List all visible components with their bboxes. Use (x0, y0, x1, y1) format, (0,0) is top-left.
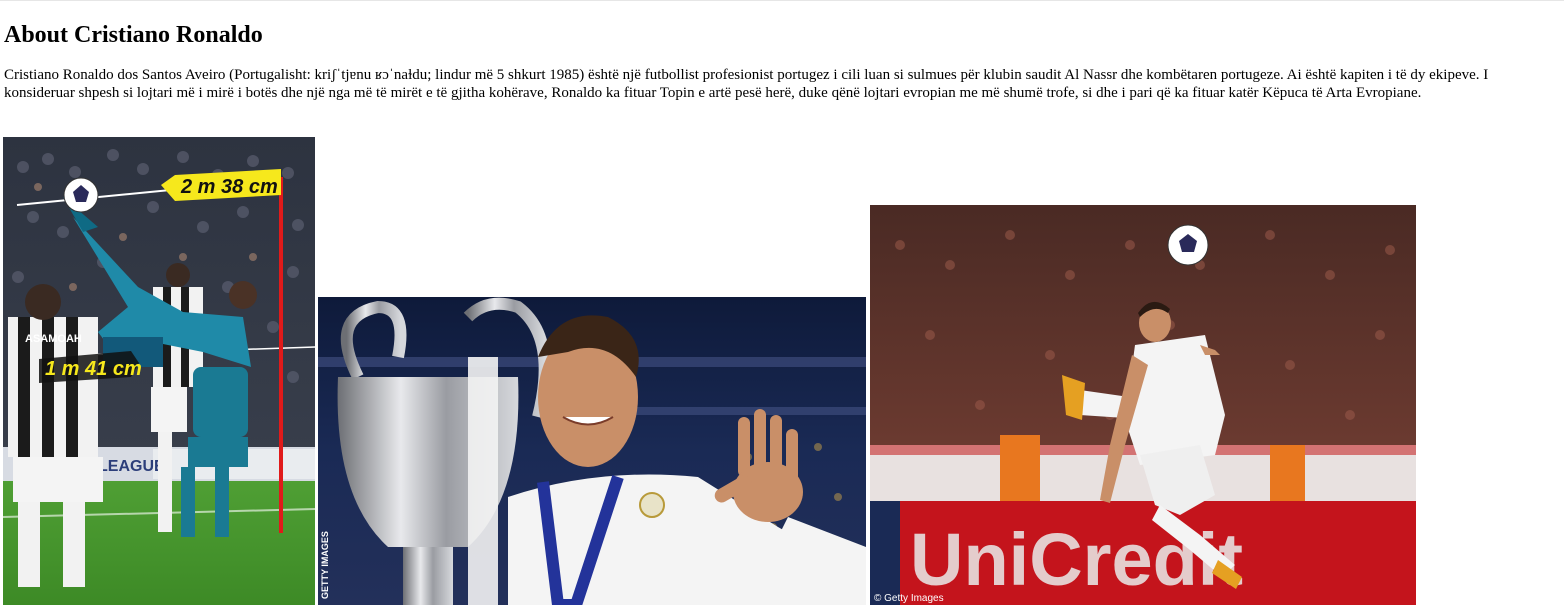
top-divider (0, 0, 1564, 1)
shirt-name: ASAMOAH (25, 333, 82, 345)
volley-photo: UniCredit © Getty Images (870, 205, 1416, 605)
bicycle-kick-image: LEAGUE ASAMOAH 2 m 38 cm 1 m 41 cm (3, 137, 315, 605)
bio-paragraph: Cristiano Ronaldo dos Santos Aveiro (Por… (4, 67, 1489, 101)
trophy-photo: GETTY IMAGES (318, 297, 866, 605)
bicycle-kick-photo: LEAGUE ASAMOAH 2 m 38 cm 1 m 41 cm (3, 137, 315, 605)
board-text: LEAGUE (98, 458, 165, 475)
photo-credit: GETTY IMAGES (320, 531, 330, 599)
page-title: About Cristiano Ronaldo (4, 22, 263, 48)
photo-credit: © Getty Images (874, 593, 944, 604)
volley-image: UniCredit © Getty Images (870, 205, 1416, 605)
height-label-top: 2 m 38 cm (180, 176, 278, 198)
height-label-bottom: 1 m 41 cm (45, 358, 142, 380)
trophy-image: GETTY IMAGES (318, 297, 866, 605)
